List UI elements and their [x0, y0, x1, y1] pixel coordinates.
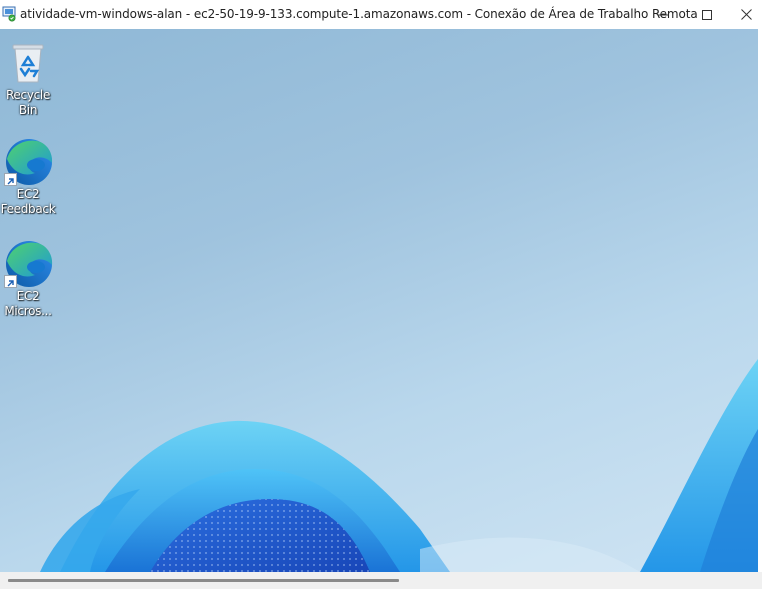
- minimize-button[interactable]: [640, 0, 686, 29]
- desktop-icon-label: EC2 Feedback: [0, 187, 57, 217]
- wallpaper-bloom: [40, 359, 758, 572]
- close-button[interactable]: [730, 0, 762, 29]
- maximize-button[interactable]: [684, 0, 730, 29]
- edge-icon: [3, 137, 53, 187]
- desktop-icon-recycle-bin[interactable]: Recycle Bin: [0, 38, 57, 118]
- scrollbar-thumb[interactable]: [8, 579, 399, 582]
- minimize-icon: [658, 10, 668, 20]
- shortcut-arrow-icon: [4, 275, 17, 288]
- desktop-icon-ec2-feedback[interactable]: EC2 Feedback: [0, 137, 57, 217]
- remote-desktop-icon: [2, 6, 17, 22]
- desktop-icon-label: Recycle Bin: [5, 88, 51, 117]
- desktop-icon-label: EC2 Micros...: [0, 289, 57, 319]
- edge-icon: [3, 239, 53, 289]
- horizontal-scrollbar[interactable]: [0, 572, 762, 589]
- desktop-icon-label-text: EC2 Feedback: [0, 187, 56, 216]
- remote-desktop-area[interactable]: Recycle Bin EC2 Feedback EC2 Micros...: [0, 29, 758, 572]
- window-title: atividade-vm-windows-alan - ec2-50-19-9-…: [20, 7, 698, 21]
- shortcut-arrow-icon: [4, 173, 17, 186]
- maximize-icon: [702, 9, 712, 20]
- desktop-icon-ec2-microsoft[interactable]: EC2 Micros...: [0, 239, 57, 319]
- desktop-icon-label-text: EC2 Micros...: [4, 289, 52, 318]
- close-icon: [740, 9, 752, 20]
- window-right-edge: [758, 29, 762, 572]
- recycle-bin-icon: [3, 38, 53, 88]
- title-bar[interactable]: atividade-vm-windows-alan - ec2-50-19-9-…: [0, 0, 762, 29]
